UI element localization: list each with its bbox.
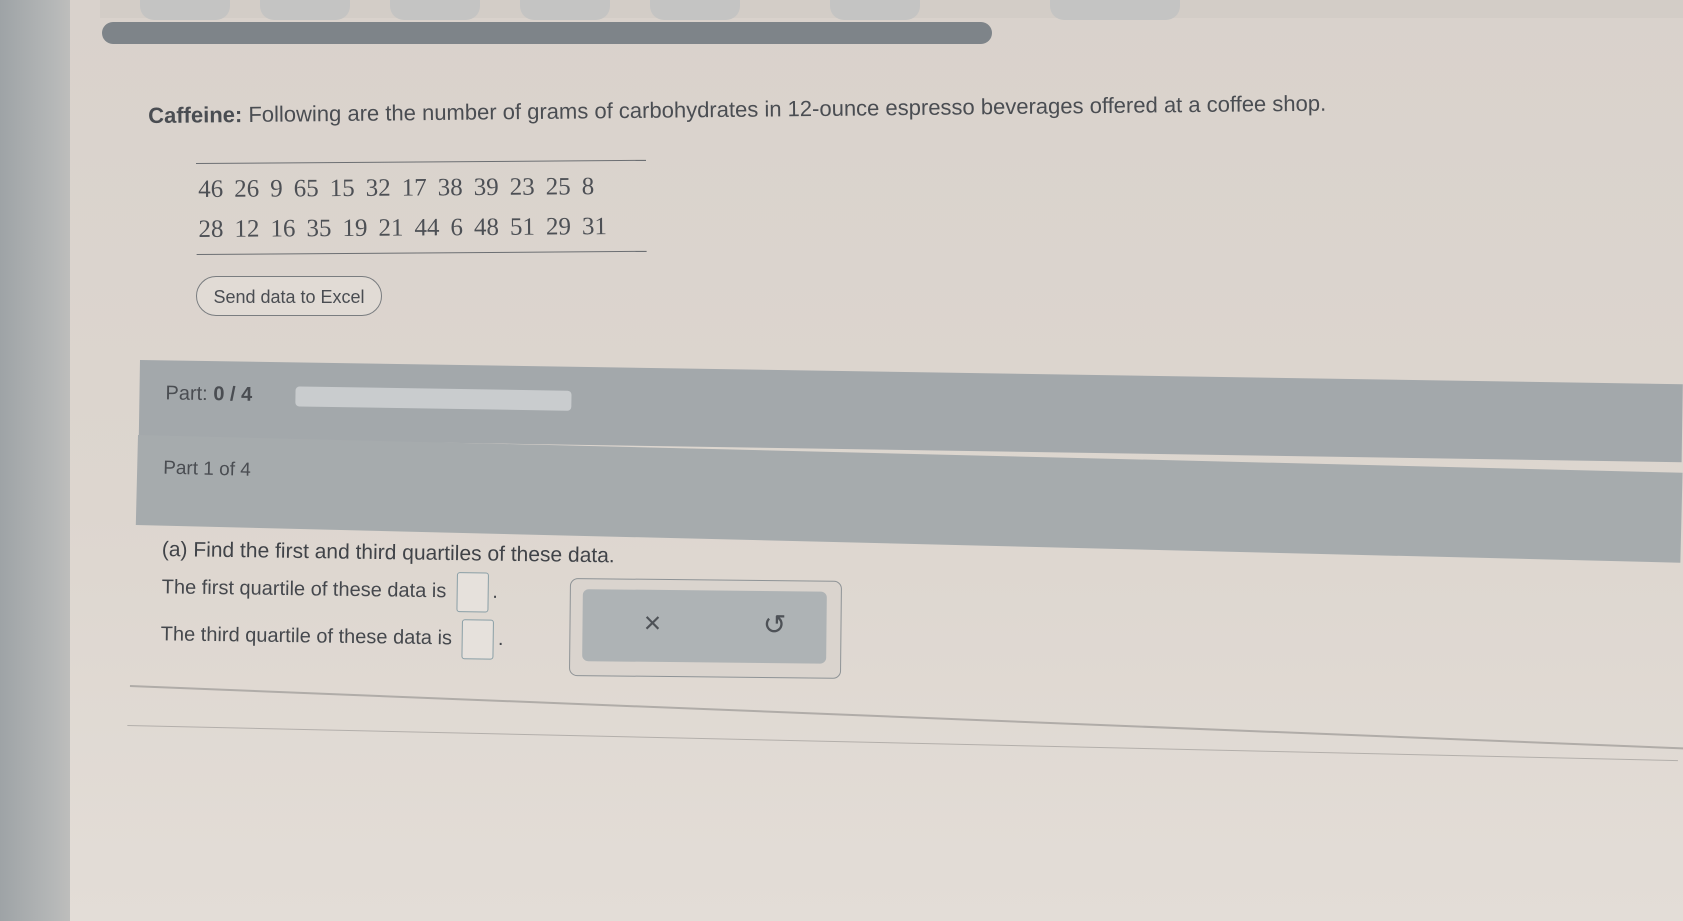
data-cell: 9 xyxy=(270,175,283,203)
data-row: 46 26 9 65 15 32 17 38 39 23 25 8 xyxy=(196,167,646,210)
data-cell: 6 xyxy=(450,214,464,242)
data-cell: 44 xyxy=(414,214,440,242)
toolbar-tab-3[interactable] xyxy=(390,0,480,20)
first-quartile-period: . xyxy=(492,580,499,603)
data-cell: 25 xyxy=(545,173,571,201)
part-progress-label: Part: 0 / 4 xyxy=(165,382,252,406)
data-cell: 29 xyxy=(545,213,572,241)
toolbar-tab-5[interactable] xyxy=(650,0,740,20)
undo-icon[interactable]: ↺ xyxy=(754,605,794,645)
data-cell: 16 xyxy=(270,215,296,243)
clear-icon[interactable]: × xyxy=(632,604,672,644)
toolbar-tab-7[interactable] xyxy=(1050,0,1180,20)
data-cell: 17 xyxy=(401,174,427,202)
data-cell: 26 xyxy=(234,175,260,203)
data-cell: 38 xyxy=(437,174,463,202)
data-cell: 48 xyxy=(473,213,500,242)
toolbar-tab-6[interactable] xyxy=(830,0,920,20)
third-quartile-period: . xyxy=(497,627,504,651)
toolbar-tab-1[interactable] xyxy=(140,0,230,20)
toolbar-tab-2[interactable] xyxy=(260,0,350,20)
data-table: 46 26 9 65 15 32 17 38 39 23 25 8 28 12 16 35 19 21 44 6 48… xyxy=(196,159,647,255)
data-cell: 23 xyxy=(509,173,535,201)
data-cell: 12 xyxy=(234,215,260,243)
data-cell: 35 xyxy=(306,215,332,243)
data-cell: 32 xyxy=(365,174,391,202)
question-label: Caffeine: xyxy=(148,102,243,128)
part-progress-track xyxy=(295,386,572,411)
third-quartile-input[interactable] xyxy=(461,619,495,660)
data-cell: 46 xyxy=(198,175,224,203)
send-to-excel-button[interactable]: Send data to Excel xyxy=(196,276,382,316)
first-quartile-line: The first quartile of these data is. xyxy=(161,568,498,613)
data-cell: 19 xyxy=(342,214,368,242)
answer-controls-panel: × ↺ xyxy=(582,589,827,664)
data-cell: 8 xyxy=(581,173,595,201)
part-progress-value: 0 / 4 xyxy=(213,383,253,406)
data-cell: 51 xyxy=(509,213,536,241)
data-cell: 65 xyxy=(293,175,319,203)
answer-controls: × ↺ xyxy=(568,578,842,679)
data-row: 28 12 16 35 19 21 44 6 48 51 29 31 xyxy=(196,207,646,250)
top-toolbar xyxy=(100,0,1683,20)
first-quartile-text: The first quartile of these data is xyxy=(161,576,447,603)
part-label-text: Part: xyxy=(165,382,208,406)
top-scrollbar[interactable] xyxy=(102,22,992,44)
first-quartile-input[interactable] xyxy=(456,572,489,613)
toolbar-tab-4[interactable] xyxy=(520,0,610,20)
part-header-title: Part 1 of 4 xyxy=(162,457,252,481)
third-quartile-line: The third quartile of these data is. xyxy=(160,615,504,660)
data-cell: 15 xyxy=(329,174,355,203)
data-cell: 39 xyxy=(473,173,499,202)
data-cell: 21 xyxy=(378,214,404,242)
data-cell: 28 xyxy=(198,215,224,243)
data-cell: 31 xyxy=(581,213,608,241)
third-quartile-text: The third quartile of these data is xyxy=(160,623,453,650)
